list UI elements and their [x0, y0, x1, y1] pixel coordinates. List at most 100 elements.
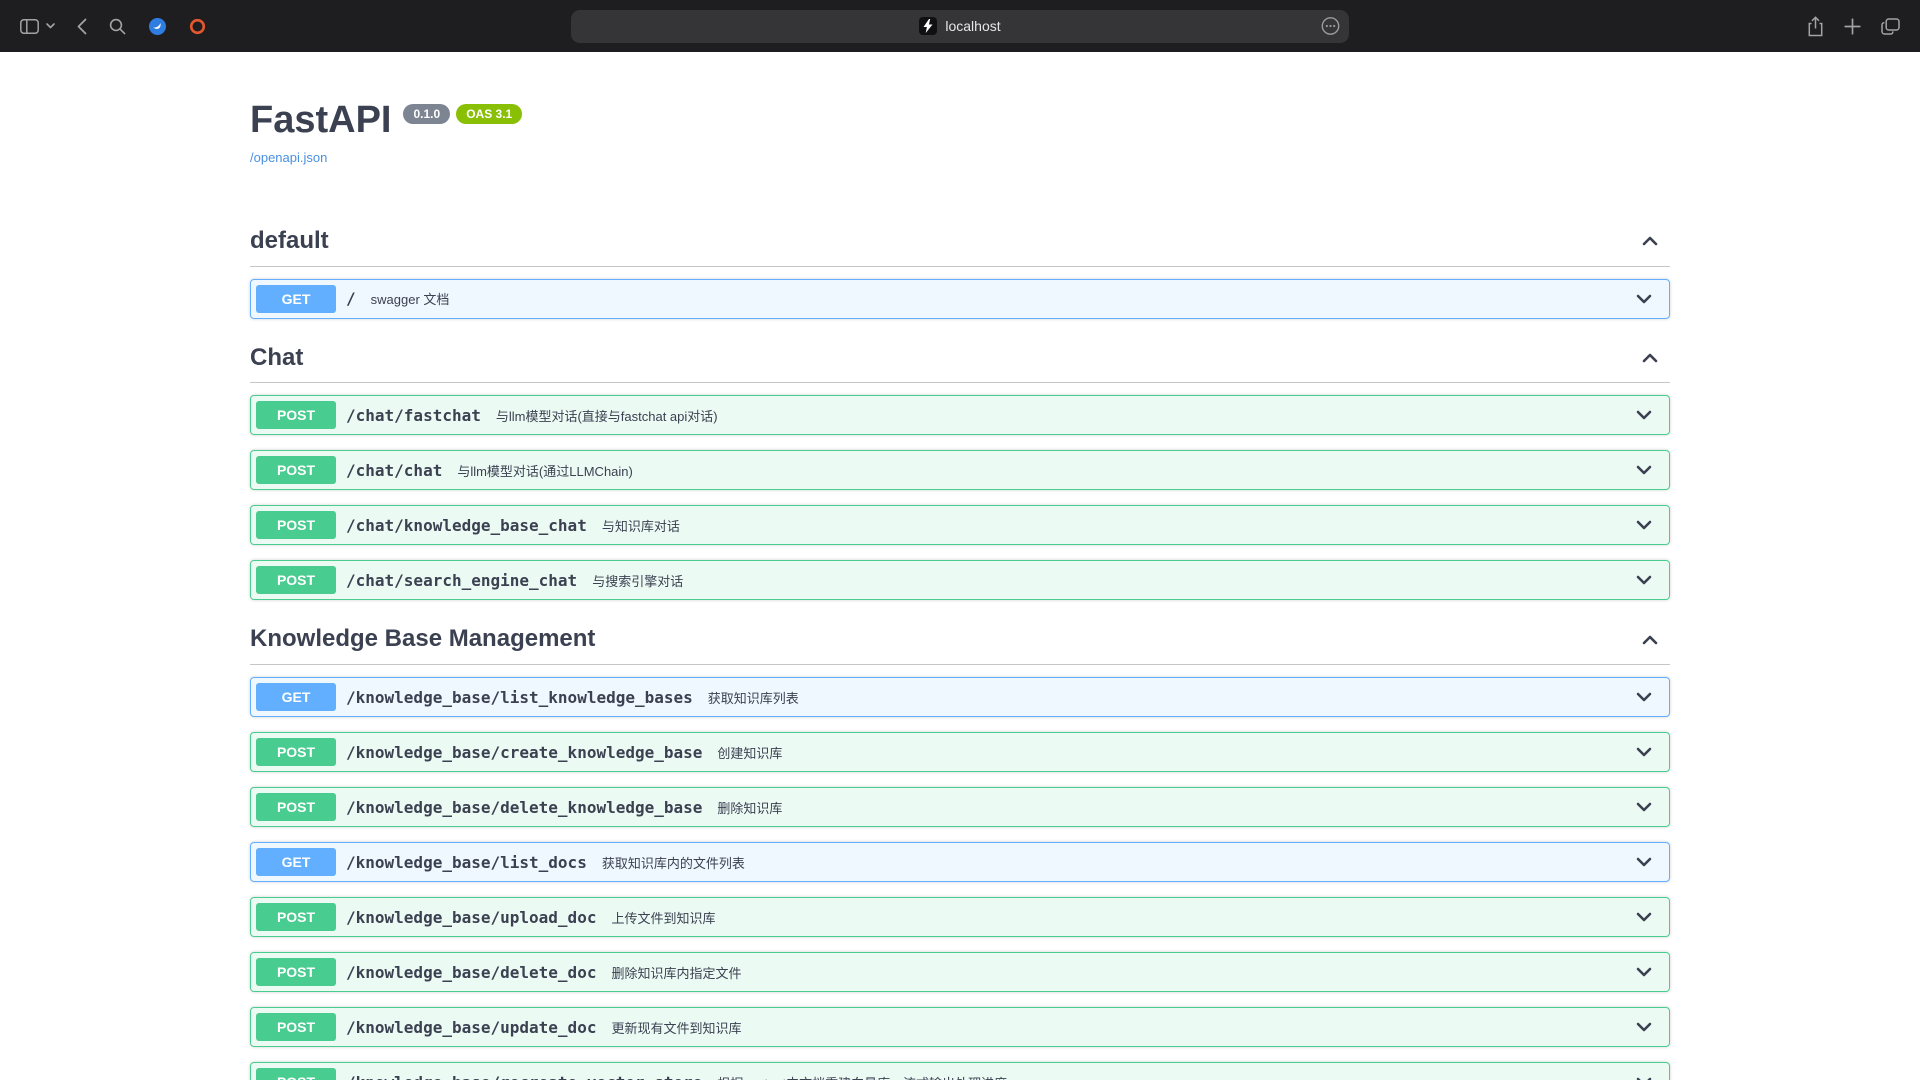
- page-title: FastAPI 0.1.0 OAS 3.1: [250, 100, 1670, 142]
- expand-chevron-down-icon[interactable]: [1624, 962, 1664, 982]
- section-title: default: [250, 227, 329, 256]
- api-tag-section: Chat POST /chat/fastchat 与llm模型对话(直接与fas…: [250, 334, 1670, 601]
- page-extensions-button[interactable]: [1321, 17, 1340, 36]
- operation-row[interactable]: POST /knowledge_base/delete_doc 删除知识库内指定…: [250, 952, 1670, 992]
- address-bar[interactable]: localhost: [571, 10, 1349, 43]
- operation-row[interactable]: POST /knowledge_base/update_doc 更新现有文件到知…: [250, 1007, 1670, 1047]
- operation-description: 创建知识库: [717, 743, 1624, 762]
- operation-path: /knowledge_base/create_knowledge_base: [346, 743, 702, 762]
- app-extension-orange-button[interactable]: [189, 18, 206, 35]
- url-text: localhost: [945, 19, 1000, 33]
- operation-description: 删除知识库内指定文件: [611, 963, 1624, 982]
- operation-row[interactable]: GET / swagger 文档: [250, 279, 1670, 319]
- search-icon: [109, 18, 126, 35]
- operation-row[interactable]: POST /chat/fastchat 与llm模型对话(直接与fastchat…: [250, 395, 1670, 435]
- method-badge: POST: [256, 456, 336, 484]
- share-icon: [1807, 16, 1824, 37]
- operation-row[interactable]: GET /knowledge_base/list_docs 获取知识库内的文件列…: [250, 842, 1670, 882]
- method-badge: POST: [256, 738, 336, 766]
- expand-chevron-down-icon[interactable]: [1624, 797, 1664, 817]
- sidebar-toggle-button[interactable]: [20, 19, 39, 34]
- section-header[interactable]: Chat: [250, 344, 1670, 384]
- operation-description: 与知识库对话: [602, 516, 1624, 535]
- method-badge: GET: [256, 683, 336, 711]
- tab-overview-icon: [1881, 18, 1900, 35]
- expand-chevron-down-icon[interactable]: [1624, 687, 1664, 707]
- expand-chevron-down-icon[interactable]: [1624, 405, 1664, 425]
- search-button[interactable]: [109, 18, 126, 35]
- section-title: Knowledge Base Management: [250, 625, 595, 654]
- operation-path: /chat/chat: [346, 461, 442, 480]
- sidebar-icon: [20, 19, 39, 34]
- expand-chevron-down-icon[interactable]: [1624, 570, 1664, 590]
- collapse-chevron-up-icon[interactable]: [1630, 630, 1670, 650]
- operation-path: /knowledge_base/list_docs: [346, 853, 587, 872]
- orange-ring-app-icon: [189, 18, 206, 35]
- operation-path: /chat/fastchat: [346, 406, 481, 425]
- operation-row[interactable]: POST /knowledge_base/upload_doc 上传文件到知识库: [250, 897, 1670, 937]
- operation-description: 获取知识库内的文件列表: [602, 853, 1624, 872]
- expand-chevron-down-icon[interactable]: [1624, 515, 1664, 535]
- operation-row[interactable]: POST /knowledge_base/recreate_vector_sto…: [250, 1062, 1670, 1080]
- tab-overview-button[interactable]: [1881, 18, 1900, 35]
- section-title: Chat: [250, 344, 303, 373]
- method-badge: GET: [256, 848, 336, 876]
- oas-badge: OAS 3.1: [456, 104, 522, 124]
- title-badges: 0.1.0 OAS 3.1: [403, 104, 522, 124]
- swagger-ui: FastAPI 0.1.0 OAS 3.1 /openapi.json defa…: [0, 100, 1920, 1080]
- collapse-chevron-up-icon[interactable]: [1630, 231, 1670, 251]
- ellipsis-circle-icon: [1321, 17, 1340, 36]
- sections: default GET / swagger 文档 Chat POST /chat…: [250, 217, 1670, 1080]
- method-badge: POST: [256, 1068, 336, 1080]
- collapse-chevron-up-icon[interactable]: [1630, 348, 1670, 368]
- section-header[interactable]: default: [250, 227, 1670, 267]
- operations: GET / swagger 文档: [250, 279, 1670, 319]
- operation-path: /: [346, 289, 356, 308]
- operation-description: 删除知识库: [717, 798, 1624, 817]
- operation-row[interactable]: GET /knowledge_base/list_knowledge_bases…: [250, 677, 1670, 717]
- operation-row[interactable]: POST /chat/chat 与llm模型对话(通过LLMChain): [250, 450, 1670, 490]
- address-bar-site: localhost: [919, 17, 1000, 35]
- sidebar-menu-button[interactable]: [46, 23, 55, 29]
- operation-row[interactable]: POST /chat/search_engine_chat 与搜索引擎对话: [250, 560, 1670, 600]
- operation-row[interactable]: POST /knowledge_base/delete_knowledge_ba…: [250, 787, 1670, 827]
- expand-chevron-down-icon[interactable]: [1624, 1017, 1664, 1037]
- operation-description: 与llm模型对话(通过LLMChain): [457, 461, 1624, 480]
- operations: POST /chat/fastchat 与llm模型对话(直接与fastchat…: [250, 395, 1670, 600]
- expand-chevron-down-icon[interactable]: [1624, 1072, 1664, 1080]
- version-badge: 0.1.0: [403, 104, 450, 124]
- operation-description: 与搜索引擎对话: [592, 571, 1624, 590]
- operation-path: /chat/knowledge_base_chat: [346, 516, 587, 535]
- operation-description: 根据content中文档重建向量库，流式输出处理进度。: [717, 1073, 1624, 1080]
- method-badge: POST: [256, 511, 336, 539]
- expand-chevron-down-icon[interactable]: [1624, 742, 1664, 762]
- operations: GET /knowledge_base/list_knowledge_bases…: [250, 677, 1670, 1080]
- app-extension-blue-button[interactable]: [148, 17, 167, 36]
- method-badge: POST: [256, 903, 336, 931]
- openapi-spec-link[interactable]: /openapi.json: [250, 150, 327, 165]
- blue-bird-app-icon: [148, 17, 167, 36]
- api-info: FastAPI 0.1.0 OAS 3.1 /openapi.json: [250, 100, 1670, 167]
- chevron-down-icon: [46, 23, 55, 29]
- browser-toolbar: localhost: [0, 0, 1920, 52]
- back-arrow-icon: [77, 18, 87, 35]
- operation-path: /knowledge_base/recreate_vector_store: [346, 1073, 702, 1080]
- expand-chevron-down-icon[interactable]: [1624, 852, 1664, 872]
- operation-row[interactable]: POST /knowledge_base/create_knowledge_ba…: [250, 732, 1670, 772]
- site-favicon-icon: [919, 17, 937, 35]
- share-button[interactable]: [1807, 16, 1824, 37]
- back-button[interactable]: [77, 18, 87, 35]
- method-badge: POST: [256, 1013, 336, 1041]
- operation-description: 获取知识库列表: [708, 688, 1624, 707]
- operation-description: 与llm模型对话(直接与fastchat api对话): [496, 406, 1624, 425]
- section-header[interactable]: Knowledge Base Management: [250, 625, 1670, 665]
- expand-chevron-down-icon[interactable]: [1624, 289, 1664, 309]
- operation-path: /knowledge_base/list_knowledge_bases: [346, 688, 693, 707]
- plus-icon: [1844, 18, 1861, 35]
- expand-chevron-down-icon[interactable]: [1624, 907, 1664, 927]
- method-badge: POST: [256, 958, 336, 986]
- expand-chevron-down-icon[interactable]: [1624, 460, 1664, 480]
- new-tab-button[interactable]: [1844, 18, 1861, 35]
- swagger-wrapper: FastAPI 0.1.0 OAS 3.1 /openapi.json defa…: [230, 100, 1690, 1080]
- operation-row[interactable]: POST /chat/knowledge_base_chat 与知识库对话: [250, 505, 1670, 545]
